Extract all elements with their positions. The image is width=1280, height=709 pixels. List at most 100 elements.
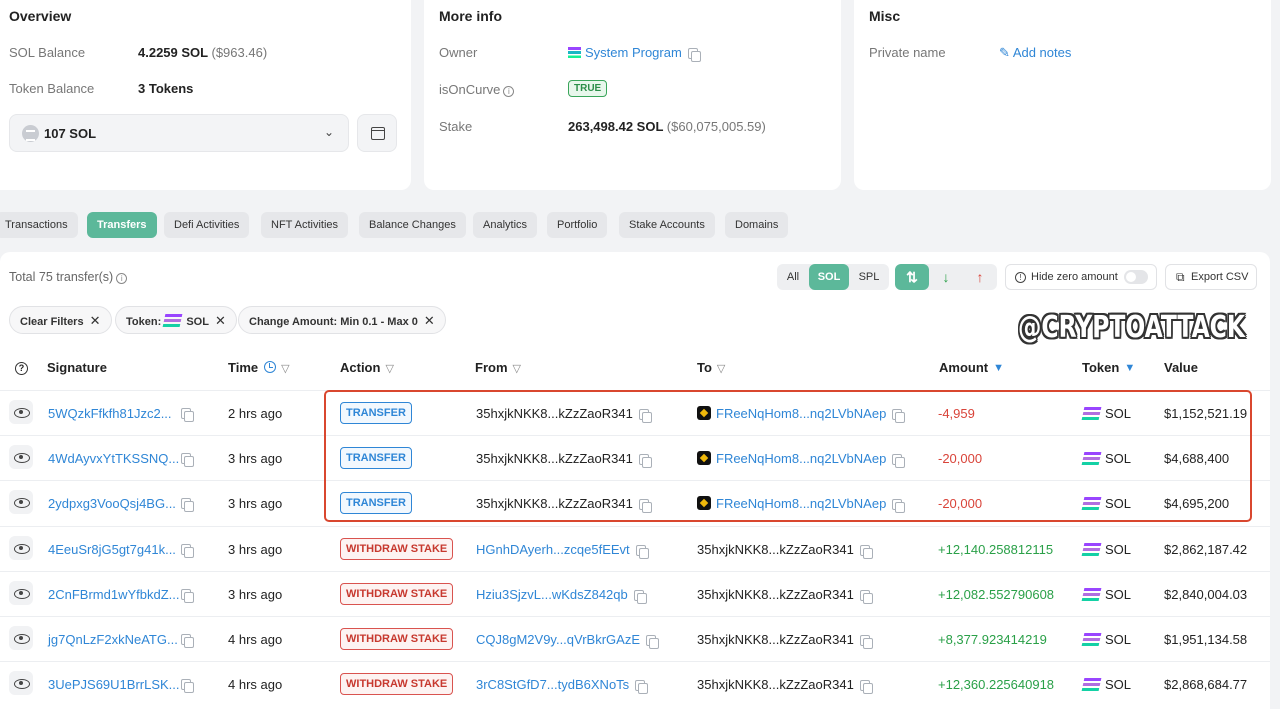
copy-icon[interactable] [638,409,652,423]
table-row[interactable]: 2ydpxg3VooQsj4BG... 3 hrs ago TRANSFER 35hx… [0,480,1270,525]
both-directions-icon[interactable]: ⇅ [895,264,929,290]
eye-icon[interactable] [9,400,33,424]
copy-icon[interactable] [859,680,873,695]
arrow-up-icon[interactable]: ↑ [963,264,997,290]
signature-link[interactable]: 4WdAyvxYtTKSSNQ... [48,451,179,466]
table-row[interactable]: 4WdAyvxYtTKSSNQ... 3 hrs ago TRANSFER 35hxj… [0,435,1270,480]
close-icon[interactable]: ✕ [90,313,101,328]
signature-link[interactable]: 4EeuSr8jG5gt7g41k... [48,542,176,557]
add-notes-link[interactable]: ✎ Add notes [999,45,1071,61]
filter-icon[interactable] [513,362,524,375]
eye-icon[interactable] [9,626,33,650]
arrow-down-icon[interactable]: ↓ [929,264,963,290]
wallet-button[interactable] [357,114,397,152]
eye-icon[interactable] [9,580,33,605]
copy-icon[interactable] [181,634,194,648]
signature-link[interactable]: 3UePJS69U1BrrLSK... [48,677,180,692]
time-text: 3 hrs ago [228,451,283,467]
to-address[interactable]: 35hxjkNKK8...kZzZaoR341 [697,632,873,649]
copy-icon[interactable] [181,408,194,422]
copy-icon[interactable] [859,635,873,649]
tab-balance-changes[interactable]: Balance Changes [359,212,466,238]
filter-active-icon[interactable] [1124,362,1135,374]
to-address[interactable]: 35hxjkNKK8...kZzZaoR341 [697,542,873,559]
col-from[interactable]: From [475,360,524,375]
clear-filters-chip[interactable]: Clear Filters ✕ [9,306,112,334]
tab-transfers[interactable]: Transfers [87,212,157,238]
token-select[interactable]: 107 SOL ⌄ [9,114,349,152]
col-to[interactable]: To [697,360,728,375]
to-address[interactable]: 35hxjkNKK8...kZzZaoR341 [697,677,873,695]
copy-icon[interactable] [638,499,652,514]
eye-icon[interactable] [9,535,33,560]
copy-icon[interactable] [635,544,649,559]
close-icon[interactable]: ✕ [215,313,226,328]
owner-link[interactable]: System Program [585,45,682,60]
copy-icon[interactable] [687,48,701,62]
tab-portfolio[interactable]: Portfolio [547,212,608,238]
copy-icon[interactable] [646,635,659,649]
signature-link[interactable]: 5WQzkFfkfh81Jzc2... [48,406,172,421]
close-icon[interactable]: ✕ [424,313,435,328]
from-address[interactable]: 35hxjkNKK8...kZzZaoR341 [476,451,652,469]
copy-icon[interactable] [181,453,194,468]
col-time[interactable]: Time [228,360,292,375]
col-amount[interactable]: Amount [939,360,1004,375]
copy-icon[interactable] [859,589,873,604]
table-row[interactable]: 2CnFBrmd1wYfbkdZ... 3 hrs ago WITHDRAW STA… [0,570,1270,616]
table-row[interactable]: 4EeuSr8jG5gt7g41k... 3 hrs ago WITHDRAW ST… [0,525,1270,571]
export-csv-button[interactable]: ⧉ Export CSV [1165,264,1257,290]
tab-domains[interactable]: Domains [725,212,789,238]
to-address[interactable]: 35hxjkNKK8...kZzZaoR341 [697,587,873,604]
token-filter-chip[interactable]: Token: SOL ✕ [115,306,237,334]
to-address[interactable]: FReeNqHom8...nq2LVbNAep [697,406,906,423]
copy-icon[interactable] [181,498,194,513]
filter-icon[interactable] [717,362,728,375]
from-address[interactable]: 35hxjkNKK8...kZzZaoR341 [476,496,652,514]
filter-sol-button[interactable]: SOL [809,264,849,290]
from-address[interactable]: 3rC8StGfD7...tydB6XNoTs [476,677,649,695]
signature-link[interactable]: 2ydpxg3VooQsj4BG... [48,496,176,511]
from-address[interactable]: 35hxjkNKK8...kZzZaoR341 [476,406,652,423]
copy-icon[interactable] [892,499,906,514]
change-amount-chip[interactable]: Change Amount: Min 0.1 - Max 0 ✕ [238,306,446,334]
copy-icon[interactable] [892,409,906,423]
signature-link[interactable]: 2CnFBrmd1wYfbkdZ... [48,587,180,602]
hide-zero-toggle[interactable]: ! Hide zero amount [1005,264,1157,290]
filter-spl-button[interactable]: SPL [849,264,889,290]
signature-link[interactable]: jg7QnLzF2xkNeATG... [48,632,178,647]
table-row[interactable]: 3UePJS69U1BrrLSK... 4 hrs ago WITHDRAW STA… [0,661,1270,706]
from-address[interactable]: CQJ8gM2V9y...qVrBkrGAzE [476,632,659,649]
copy-icon[interactable] [635,680,649,695]
copy-icon[interactable] [181,543,194,558]
to-address[interactable]: FReeNqHom8...nq2LVbNAep [697,496,906,514]
from-address[interactable]: Hziu3SjzvL...wKdsZ842qb [476,587,647,604]
col-token[interactable]: Token [1082,360,1135,375]
col-action[interactable]: Action [340,360,396,375]
eye-icon[interactable] [9,671,33,696]
table-row[interactable]: jg7QnLzF2xkNeATG... 4 hrs ago WITHDRAW STA… [0,616,1270,661]
copy-icon[interactable] [633,589,647,604]
tab-transactions[interactable]: Transactions [0,212,78,238]
to-address[interactable]: FReeNqHom8...nq2LVbNAep [697,451,906,469]
tab-stake-accounts[interactable]: Stake Accounts [619,212,715,238]
toggle-switch[interactable] [1124,270,1148,284]
filter-all-button[interactable]: All [777,264,809,290]
tab-analytics[interactable]: Analytics [473,212,538,238]
filter-active-icon[interactable] [993,362,1004,374]
tab-nft-activities[interactable]: NFT Activities [261,212,349,238]
eye-icon[interactable] [9,490,33,515]
clock-icon[interactable] [264,361,277,373]
copy-icon[interactable] [181,679,194,694]
filter-icon[interactable] [385,362,396,375]
filter-icon[interactable] [281,362,292,375]
copy-icon[interactable] [892,454,906,469]
from-address[interactable]: HGnhDAyerh...zcqe5fEEvt [476,542,649,559]
copy-icon[interactable] [181,588,194,603]
copy-icon[interactable] [638,454,652,469]
tab-defi-activities[interactable]: Defi Activities [164,212,250,238]
table-row[interactable]: 5WQzkFfkfh81Jzc2... 2 hrs ago TRANSFER 35hx… [0,390,1270,435]
time-text: 4 hrs ago [228,677,283,693]
eye-icon[interactable] [9,445,33,470]
copy-icon[interactable] [859,544,873,559]
